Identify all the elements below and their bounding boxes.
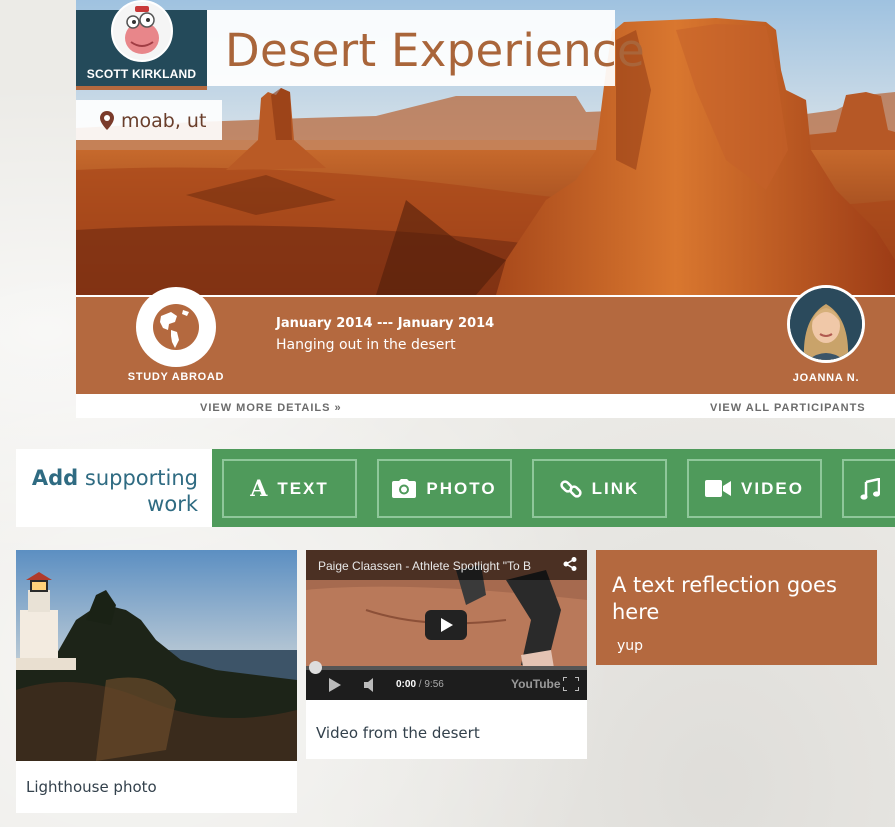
- play-icon: [441, 618, 453, 632]
- experience-dates: January 2014 --- January 2014: [276, 316, 495, 331]
- text-card-title: A text reflection goes here: [612, 573, 837, 624]
- add-video-button[interactable]: VIDEO: [687, 459, 822, 518]
- partner-avatar[interactable]: [787, 285, 865, 363]
- partner-name[interactable]: JOANNA N.: [766, 372, 886, 384]
- video-card[interactable]: Paige Claassen - Athlete Spotlight "To B…: [306, 550, 587, 759]
- add-word: Add: [31, 466, 79, 490]
- add-link-button[interactable]: LINK: [532, 459, 667, 518]
- add-photo-label: PHOTO: [426, 478, 497, 498]
- video-total-time: / 9:56: [416, 679, 444, 690]
- add-supporting-work-label: Add supporting work: [16, 449, 212, 527]
- lighthouse-photo: [16, 550, 297, 761]
- volume-icon[interactable]: [364, 678, 378, 692]
- play-button[interactable]: [425, 610, 467, 640]
- author-badge[interactable]: SCOTT KIRKLAND: [76, 0, 207, 86]
- globe-icon: [153, 304, 199, 350]
- share-icon[interactable]: [563, 557, 577, 571]
- add-link-label: LINK: [591, 478, 640, 498]
- photo-caption: Lighthouse photo: [26, 778, 157, 796]
- add-supporting-work-heading: Add supporting work: [32, 465, 198, 517]
- music-icon: [860, 477, 880, 500]
- add-work-toolbar: A TEXT PHOTO LINK VIDEO: [212, 449, 895, 527]
- partner-photo-icon: [790, 288, 862, 360]
- supporting-word: supporting: [78, 466, 198, 490]
- video-controls: 0:00 / 9:56 YouTube: [306, 661, 587, 700]
- video-caption: Video from the desert: [316, 724, 480, 742]
- text-card-body: yup: [617, 638, 644, 654]
- view-more-details-link[interactable]: VIEW MORE DETAILS »: [200, 402, 342, 414]
- video-camera-icon: [705, 480, 732, 497]
- camera-icon: [392, 479, 417, 498]
- work-word: work: [147, 492, 198, 516]
- add-text-button[interactable]: A TEXT: [222, 459, 357, 518]
- control-play-icon[interactable]: [328, 678, 342, 692]
- link-icon: [559, 479, 582, 498]
- text-reflection-card[interactable]: A text reflection goes here yup: [596, 550, 877, 665]
- map-pin-icon: [100, 111, 114, 130]
- location-text: moab, ut: [121, 110, 207, 132]
- video-current-time: 0:00: [396, 679, 417, 690]
- author-name[interactable]: SCOTT KIRKLAND: [76, 67, 207, 81]
- add-video-label: VIDEO: [741, 478, 804, 498]
- video-scrubber[interactable]: [309, 661, 322, 674]
- video-time: 0:00 / 9:56: [396, 679, 444, 690]
- add-photo-button[interactable]: PHOTO: [377, 459, 512, 518]
- view-all-participants-link[interactable]: VIEW ALL PARTICIPANTS: [710, 402, 866, 414]
- photo-card[interactable]: Lighthouse photo: [16, 550, 297, 813]
- experience-info-bar: STUDY ABROAD January 2014 --- January 20…: [76, 285, 895, 394]
- video-progress-bar[interactable]: [306, 666, 587, 670]
- embedded-video-player[interactable]: Paige Claassen - Athlete Spotlight "To B…: [306, 550, 587, 700]
- title-banner: Desert Experience: [207, 10, 645, 86]
- add-text-label: TEXT: [277, 478, 329, 498]
- author-accent-strip: [76, 86, 207, 90]
- video-title[interactable]: Paige Claassen - Athlete Spotlight "To B: [318, 559, 531, 573]
- experience-title: Desert Experience: [225, 24, 645, 77]
- author-avatar[interactable]: [111, 0, 173, 62]
- category-label: STUDY ABROAD: [127, 371, 225, 383]
- experience-subtitle: Hanging out in the desert: [276, 337, 456, 353]
- add-audio-button[interactable]: [842, 459, 895, 518]
- text-icon: A: [250, 475, 268, 502]
- youtube-logo[interactable]: YouTube: [511, 677, 561, 691]
- cartoon-avatar-icon: [113, 2, 171, 60]
- category-badge: [136, 287, 216, 367]
- experience-hero-card: SCOTT KIRKLAND Desert Experience moab, u…: [76, 0, 895, 418]
- location-tag: moab, ut: [76, 100, 222, 140]
- fullscreen-icon[interactable]: [563, 677, 579, 691]
